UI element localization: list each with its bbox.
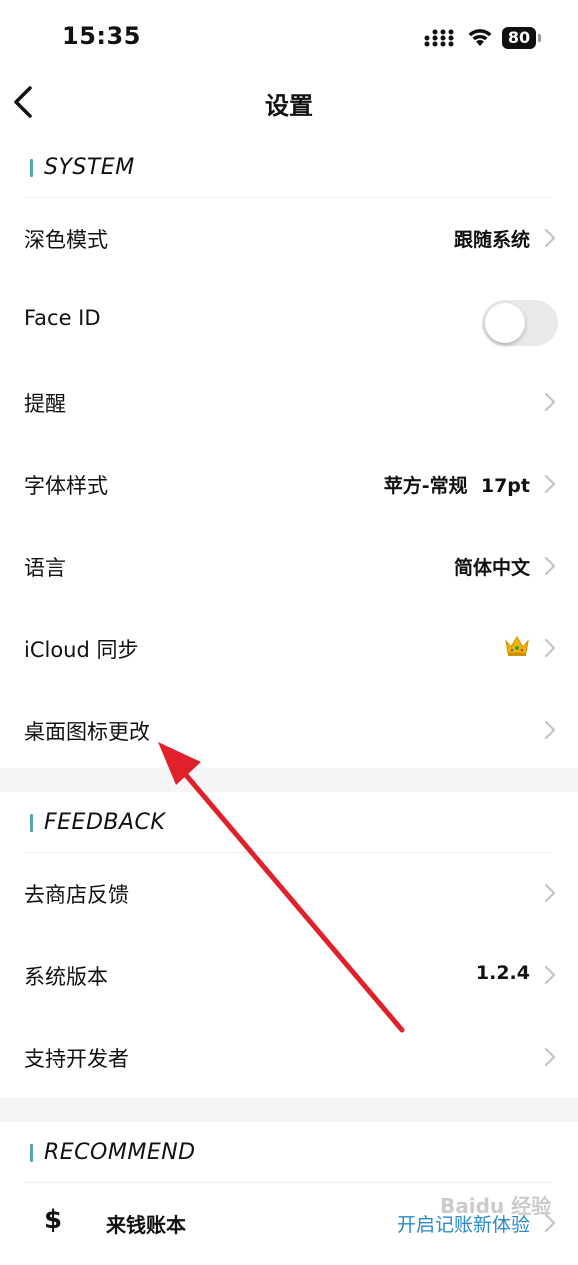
row-value: 1.2.4	[475, 962, 530, 984]
chevron-right-icon	[544, 883, 556, 903]
row-value: 跟随系统	[453, 229, 530, 251]
row-label: iCloud 同步	[24, 638, 139, 662]
dollar-icon: $	[44, 1205, 63, 1235]
face-id-toggle[interactable]	[482, 300, 558, 346]
chevron-right-icon	[544, 556, 556, 576]
chevron-right-icon	[544, 474, 556, 494]
toggle-knob	[485, 303, 525, 343]
status-bar: 15:35 80	[0, 0, 578, 70]
row-label: 去商店反馈	[24, 883, 129, 907]
row-value: 苹方-常规 17pt	[383, 475, 530, 497]
section-divider	[0, 768, 578, 792]
status-time: 15:35	[62, 22, 141, 50]
section-system: SYSTEM 深色模式 跟随系统 Face ID 提醒 字体样式 苹方-常规 1…	[0, 145, 578, 772]
section-title: SYSTEM	[44, 155, 135, 180]
chevron-right-icon	[544, 720, 556, 740]
row-store-feedback[interactable]: 去商店反馈	[0, 853, 578, 935]
watermark: Baidu 经验	[440, 1194, 552, 1218]
row-label: 字体样式	[24, 474, 108, 498]
row-face-id: Face ID	[0, 280, 578, 362]
section-title: RECOMMEND	[44, 1140, 196, 1165]
row-label: 深色模式	[24, 228, 108, 252]
row-label: 提醒	[24, 392, 66, 416]
chevron-right-icon	[544, 228, 556, 248]
section-feedback: FEEDBACK 去商店反馈 系统版本 1.2.4 支持开发者	[0, 800, 578, 1099]
row-label: 桌面图标更改	[24, 720, 150, 744]
row-label: 来钱账本	[106, 1213, 186, 1237]
row-icloud-sync[interactable]: iCloud 同步	[0, 608, 578, 690]
section-header: FEEDBACK	[24, 800, 552, 853]
section-divider	[0, 1098, 578, 1122]
page-title: 设置	[265, 92, 313, 120]
chevron-right-icon	[544, 965, 556, 985]
section-header: RECOMMEND	[24, 1130, 552, 1183]
section-accent-bar	[30, 159, 33, 177]
row-label: Face ID	[24, 306, 101, 330]
row-app-icon-change[interactable]: 桌面图标更改	[0, 690, 578, 772]
row-label: 语言	[24, 556, 66, 580]
battery-tip	[538, 34, 541, 42]
row-reminder[interactable]: 提醒	[0, 362, 578, 444]
crown-icon	[505, 636, 529, 656]
row-label: 系统版本	[24, 965, 108, 989]
nav-bar: 设置	[0, 70, 578, 140]
section-title: FEEDBACK	[44, 810, 166, 835]
cellular-signal-icon	[424, 29, 454, 47]
section-accent-bar	[30, 1144, 33, 1162]
chevron-right-icon	[544, 1047, 556, 1067]
row-dark-mode[interactable]: 深色模式 跟随系统	[0, 198, 578, 280]
section-header: SYSTEM	[24, 145, 552, 198]
row-font-style[interactable]: 字体样式 苹方-常规 17pt	[0, 444, 578, 526]
row-support-developer[interactable]: 支持开发者	[0, 1017, 578, 1099]
chevron-right-icon	[544, 392, 556, 412]
row-system-version[interactable]: 系统版本 1.2.4	[0, 935, 578, 1017]
wifi-icon	[468, 29, 492, 46]
row-value: 简体中文	[453, 557, 530, 579]
chevron-right-icon	[544, 638, 556, 658]
row-language[interactable]: 语言 简体中文	[0, 526, 578, 608]
battery-indicator: 80	[502, 27, 536, 49]
section-accent-bar	[30, 814, 33, 832]
row-label: 支持开发者	[24, 1047, 129, 1071]
